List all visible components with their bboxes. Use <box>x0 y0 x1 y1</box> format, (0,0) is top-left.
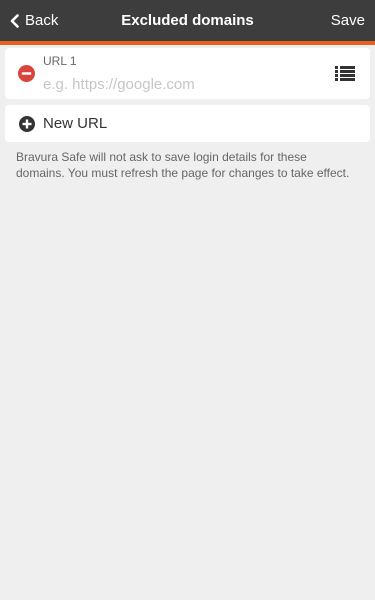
remove-circle-icon[interactable] <box>18 65 35 82</box>
new-url-label: New URL <box>43 115 108 132</box>
new-url-button[interactable]: New URL <box>5 105 370 142</box>
add-circle-icon <box>19 116 35 132</box>
url-input[interactable] <box>41 74 323 94</box>
back-button[interactable]: Back <box>10 0 58 41</box>
info-text: Bravura Safe will not ask to save login … <box>16 150 350 180</box>
list-icon[interactable] <box>335 66 355 81</box>
save-button[interactable]: Save <box>331 0 365 41</box>
chevron-left-icon <box>10 13 19 28</box>
back-label: Back <box>25 12 59 29</box>
app-header: Back Excluded domains Save <box>0 0 375 45</box>
url-label: URL 1 <box>43 54 77 68</box>
url-row: URL 1 <box>5 48 370 99</box>
